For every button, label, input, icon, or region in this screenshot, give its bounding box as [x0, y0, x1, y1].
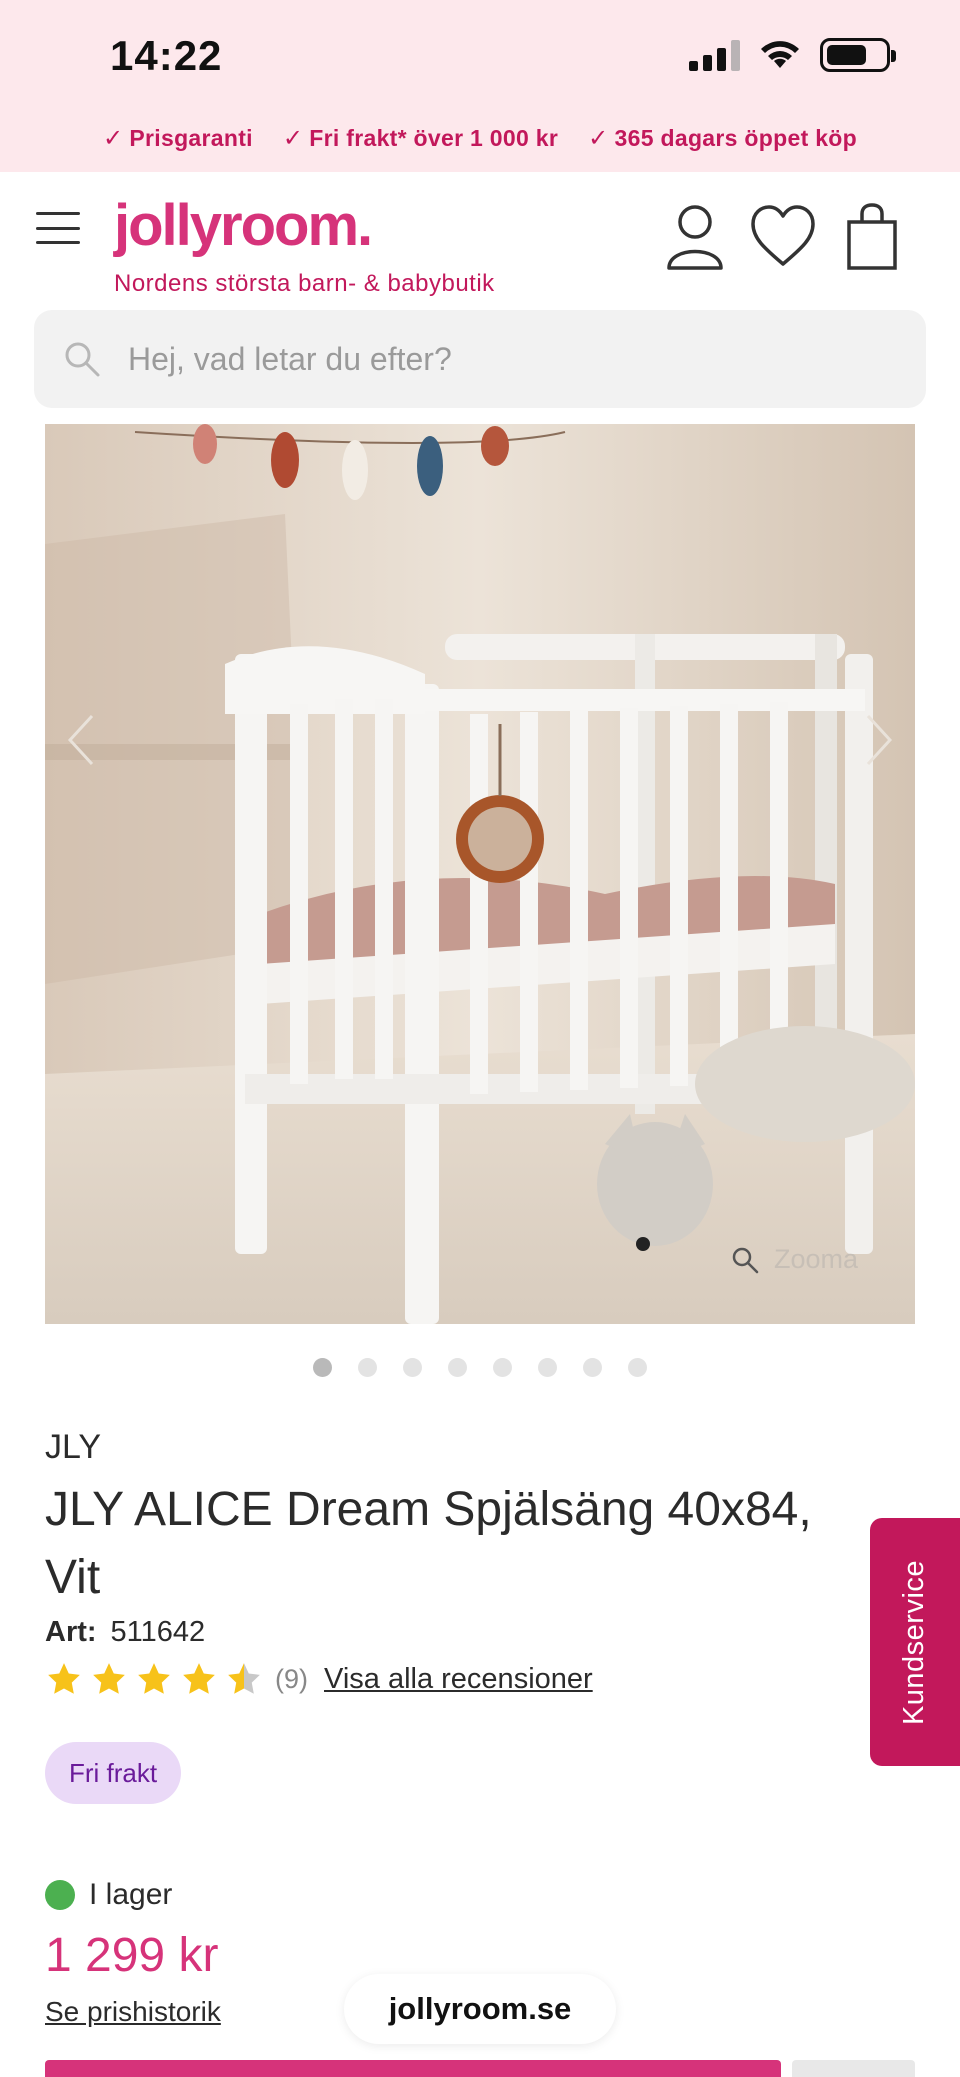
carousel-dot[interactable] — [313, 1358, 332, 1377]
tagline: Nordens största barn- & babybutik — [114, 270, 495, 297]
carousel-dot[interactable] — [403, 1358, 422, 1377]
usp-strip: ✓ Prisgaranti ✓ Fri frakt* över 1 000 kr ✓… — [0, 124, 960, 153]
account-icon[interactable] — [664, 202, 726, 272]
wifi-icon — [761, 41, 799, 68]
chevron-right-icon[interactable] — [858, 710, 898, 770]
search-bar[interactable] — [34, 310, 926, 408]
price-history-link[interactable]: Se prishistorik — [45, 1996, 221, 2028]
site-header: jollyroom. Nordens största barn- & babyb… — [0, 172, 960, 302]
in-stock-dot-icon — [45, 1880, 75, 1910]
star-icon — [138, 1663, 170, 1694]
menu-icon[interactable] — [36, 212, 80, 244]
article-number: Art: 511642 — [45, 1616, 206, 1648]
usp-item: ✓ Prisgaranti — [102, 125, 253, 152]
star-half-icon — [228, 1663, 260, 1694]
stock-status: I lager — [45, 1878, 172, 1912]
rating-stars — [45, 1660, 263, 1698]
carousel-dot[interactable] — [448, 1358, 467, 1377]
usp-item: ✓ 365 dagars öppet köp — [588, 125, 858, 152]
product-image[interactable] — [45, 424, 915, 1324]
star-icon — [183, 1663, 215, 1694]
product-price: 1 299 kr — [45, 1929, 219, 1982]
product-title: JLY ALICE Dream Spjälsäng 40x84, Vit — [45, 1483, 812, 1604]
carousel-dot[interactable] — [493, 1358, 512, 1377]
add-to-cart-button[interactable] — [45, 2060, 781, 2077]
cellular-signal-icon — [689, 39, 740, 71]
star-icon — [93, 1663, 125, 1694]
magnifier-icon — [732, 1247, 759, 1273]
carousel-dot[interactable] — [358, 1358, 377, 1377]
chevron-left-icon[interactable] — [62, 710, 102, 770]
battery-icon — [820, 38, 896, 72]
carousel-dot[interactable] — [583, 1358, 602, 1377]
all-reviews-link[interactable]: Visa alla recensioner — [324, 1663, 593, 1696]
secondary-action-button[interactable] — [792, 2060, 915, 2077]
check-icon: ✓ — [282, 125, 304, 152]
logo[interactable]: jollyroom. — [114, 192, 373, 259]
carousel-dot[interactable] — [538, 1358, 557, 1377]
browser-domain-pill[interactable]: jollyroom.se — [344, 1974, 616, 2044]
heart-icon[interactable] — [750, 202, 816, 272]
status-time: 14:22 — [110, 32, 223, 79]
cart-icon[interactable] — [846, 202, 898, 272]
status-icons — [689, 38, 896, 72]
carousel-dot[interactable] — [628, 1358, 647, 1377]
search-input[interactable] — [128, 340, 888, 378]
customer-service-tab[interactable]: Kundservice — [870, 1518, 960, 1766]
product-rating: (9) Visa alla recensioner — [45, 1660, 593, 1698]
review-count: (9) — [275, 1663, 308, 1694]
crib-photo — [45, 424, 915, 1324]
free-shipping-badge: Fri frakt — [45, 1742, 182, 1804]
zoom-button[interactable]: Zooma — [730, 1244, 858, 1275]
usp-item: ✓ Fri frakt* över 1 000 kr — [282, 125, 559, 152]
product-brand[interactable]: JLY — [45, 1428, 101, 1467]
star-icon — [48, 1663, 80, 1694]
check-icon: ✓ — [588, 125, 609, 152]
search-icon — [65, 342, 100, 377]
check-icon: ✓ — [102, 125, 124, 152]
carousel-dots — [0, 1358, 960, 1377]
